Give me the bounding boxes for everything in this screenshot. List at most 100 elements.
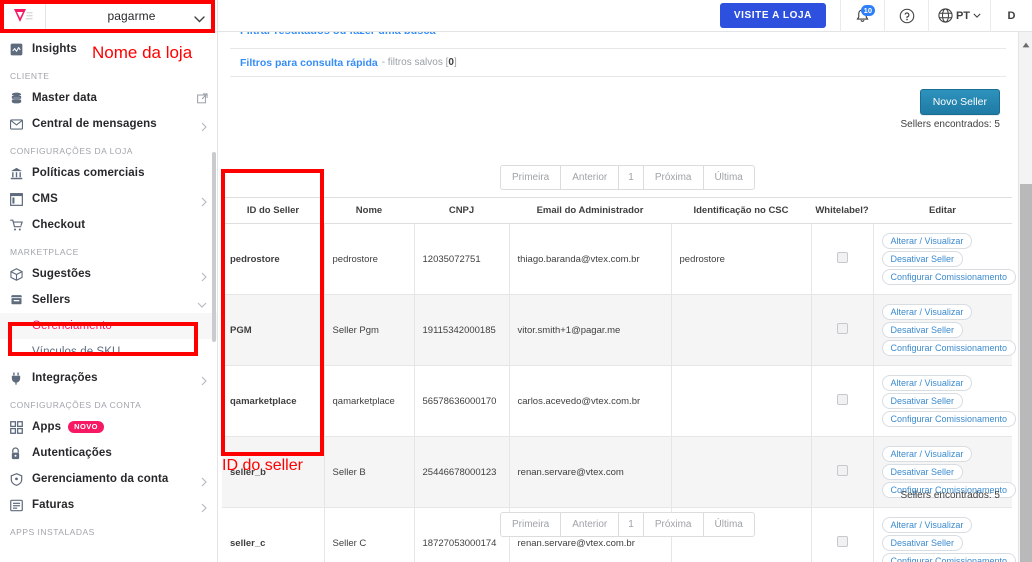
whitelabel-checkbox[interactable] — [837, 536, 848, 547]
cell-csc — [671, 437, 811, 508]
vtex-admin-app: pagarme Insights CLIENTE Master data — [0, 0, 1032, 562]
configurar-comissionamento-button[interactable]: Configurar Comissionamento — [882, 340, 1017, 356]
saved-filters-close: ] — [454, 57, 457, 68]
table-row[interactable]: PGM Seller Pgm 19115342000185 vitor.smit… — [222, 295, 1012, 366]
visit-store-button[interactable]: VISITE A LOJA — [720, 3, 826, 28]
configurar-comissionamento-button[interactable]: Configurar Comissionamento — [882, 269, 1017, 285]
alterar-visualizar-button[interactable]: Alterar / Visualizar — [882, 304, 973, 320]
help-button[interactable] — [884, 0, 928, 32]
sidebar-item-gerenciamento-da-conta[interactable]: Gerenciamento da conta — [0, 466, 217, 492]
sidebar-item-vinculos-de-sku[interactable]: Vínculos de SKU — [0, 339, 217, 365]
desativar-seller-button[interactable]: Desativar Seller — [882, 464, 964, 480]
new-seller-button[interactable]: Novo Seller — [920, 89, 1000, 115]
chevron-down-icon — [973, 13, 981, 18]
saved-filters-label: - filtros salvos [0] — [382, 57, 457, 68]
sellers-found-top: Sellers encontrados: 5 — [900, 119, 1000, 130]
cell-nome: Seller C — [324, 508, 414, 562]
pagination-current-page[interactable]: 1 — [619, 513, 644, 536]
quick-filter-link[interactable]: Filtros para consulta rápida — [240, 57, 378, 69]
sidebar-item-label: Gerenciamento da conta — [32, 473, 168, 485]
alterar-visualizar-button[interactable]: Alterar / Visualizar — [882, 375, 973, 391]
sidebar-item-apps[interactable]: Apps NOVO — [0, 414, 217, 440]
alterar-visualizar-button[interactable]: Alterar / Visualizar — [882, 233, 973, 249]
scroll-up-arrow-icon[interactable] — [1022, 35, 1030, 53]
whitelabel-checkbox[interactable] — [837, 323, 848, 334]
column-header-whitelabel[interactable]: Whitelabel? — [811, 198, 873, 224]
configurar-comissionamento-button[interactable]: Configurar Comissionamento — [882, 411, 1017, 427]
avatar[interactable]: D — [990, 0, 1032, 32]
language-label: PT — [956, 10, 970, 22]
sidebar-item-gerenciamento[interactable]: Gerenciamento — [0, 313, 217, 339]
cell-nome: pedrostore — [324, 224, 414, 295]
vtex-logo[interactable] — [0, 0, 46, 32]
sidebar-item-insights[interactable]: Insights — [0, 36, 217, 62]
column-header-editar[interactable]: Editar — [873, 198, 1012, 224]
column-header-id[interactable]: ID do Seller — [222, 198, 324, 224]
language-selector[interactable]: PT — [928, 0, 990, 32]
account-switcher[interactable]: pagarme — [46, 0, 217, 32]
desativar-seller-button[interactable]: Desativar Seller — [882, 535, 964, 551]
sidebar-item-label: Insights — [32, 43, 77, 55]
chevron-right-icon — [201, 373, 207, 391]
notifications-count-badge: 10 — [861, 5, 875, 16]
sidebar-item-checkout[interactable]: Checkout — [0, 212, 217, 238]
account-name: pagarme — [107, 9, 155, 23]
chevron-down-icon — [194, 10, 205, 28]
search-filter-label: Filtrar resultados ou fazer uma busca — [240, 32, 436, 37]
box-icon — [10, 266, 32, 282]
table-row[interactable]: qamarketplace qamarketplace 565786360001… — [222, 366, 1012, 437]
cell-email: renan.servare@vtex.com — [509, 437, 671, 508]
desativar-seller-button[interactable]: Desativar Seller — [882, 251, 964, 267]
table-row[interactable]: seller_b Seller B 25446678000123 renan.s… — [222, 437, 1012, 508]
desativar-seller-button[interactable]: Desativar Seller — [882, 322, 964, 338]
pagination-current-page[interactable]: 1 — [619, 166, 644, 189]
main-scrollbar[interactable] — [1018, 32, 1032, 562]
sidebar-item-integracoes[interactable]: Integrações — [0, 365, 217, 391]
insights-icon — [10, 41, 32, 57]
sidebar-scrollbar-thumb[interactable] — [212, 152, 216, 342]
grid-icon — [10, 419, 32, 435]
cart-icon — [10, 217, 32, 233]
whitelabel-checkbox[interactable] — [837, 394, 848, 405]
sidebar-item-sugestoes[interactable]: Sugestões — [0, 261, 217, 287]
main-scrollbar-thumb[interactable] — [1020, 184, 1032, 562]
cell-editar: Alterar / Visualizar Desativar Seller Co… — [873, 366, 1012, 437]
pagination-first[interactable]: Primeira — [501, 513, 561, 536]
pagination-previous[interactable]: Anterior — [561, 166, 619, 189]
sidebar-item-label: Políticas comerciais — [32, 167, 145, 179]
sellers-found-bottom: Sellers encontrados: 5 — [900, 490, 1000, 501]
whitelabel-checkbox[interactable] — [837, 465, 848, 476]
column-header-email[interactable]: Email do Administrador — [509, 198, 671, 224]
pagination-first[interactable]: Primeira — [501, 166, 561, 189]
alterar-visualizar-button[interactable]: Alterar / Visualizar — [882, 446, 973, 462]
sidebar-item-politicas-comerciais[interactable]: Políticas comerciais — [0, 160, 217, 186]
cell-nome: qamarketplace — [324, 366, 414, 437]
column-header-nome[interactable]: Nome — [324, 198, 414, 224]
sidebar-item-central-de-mensagens[interactable]: Central de mensagens — [0, 111, 217, 137]
sidebar-item-sellers[interactable]: Sellers — [0, 287, 217, 313]
sidebar-item-faturas[interactable]: Faturas — [0, 492, 217, 518]
whitelabel-checkbox[interactable] — [837, 252, 848, 263]
search-filter-row[interactable]: Filtrar resultados ou fazer uma busca — [230, 32, 1006, 49]
layout-icon — [10, 191, 32, 207]
pagination-last[interactable]: Última — [704, 513, 754, 536]
sidebar-item-label: Central de mensagens — [32, 118, 157, 130]
pagination-next[interactable]: Próxima — [644, 166, 704, 189]
pagination-next[interactable]: Próxima — [644, 513, 704, 536]
sidebar-item-autenticacoes[interactable]: Autenticações — [0, 440, 217, 466]
pagination-last[interactable]: Última — [704, 166, 754, 189]
sidebar-item-cms[interactable]: CMS — [0, 186, 217, 212]
cell-editar: Alterar / Visualizar Desativar Seller Co… — [873, 295, 1012, 366]
pagination-previous[interactable]: Anterior — [561, 513, 619, 536]
desativar-seller-button[interactable]: Desativar Seller — [882, 393, 964, 409]
chevron-right-icon — [201, 269, 207, 287]
column-header-cnpj[interactable]: CNPJ — [414, 198, 509, 224]
cell-email: vitor.smith+1@pagar.me — [509, 295, 671, 366]
plug-icon — [10, 370, 32, 386]
column-header-csc[interactable]: Identificação no CSC — [671, 198, 811, 224]
notifications-button[interactable]: 10 — [840, 0, 884, 32]
configurar-comissionamento-button[interactable]: Configurar Comissionamento — [882, 553, 1017, 562]
sidebar-item-master-data[interactable]: Master data — [0, 85, 217, 111]
alterar-visualizar-button[interactable]: Alterar / Visualizar — [882, 517, 973, 533]
table-row[interactable]: pedrostore pedrostore 12035072751 thiago… — [222, 224, 1012, 295]
